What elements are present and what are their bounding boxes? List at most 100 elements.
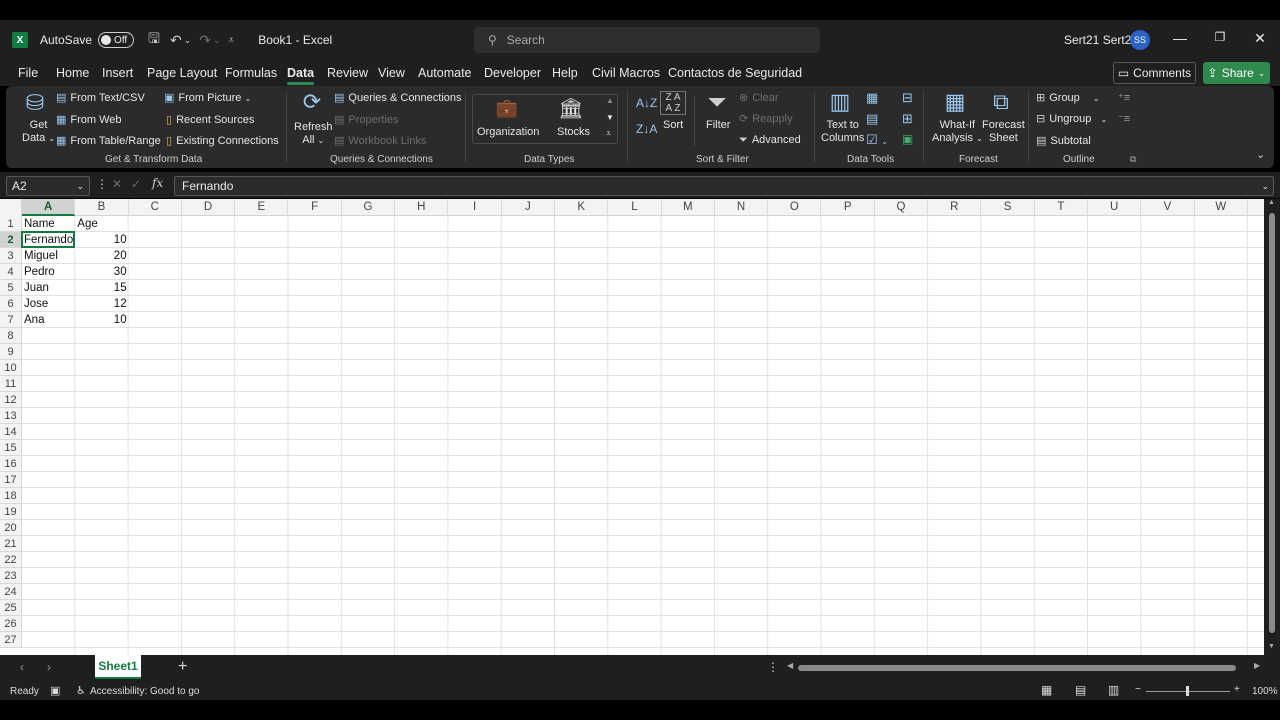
tab-civil-macros[interactable]: Civil Macros xyxy=(592,66,660,80)
row-header-14[interactable]: 14 xyxy=(0,424,22,440)
filter-button[interactable]: Filter xyxy=(706,119,730,131)
column-header-m[interactable]: M xyxy=(662,199,715,216)
zoom-out-icon[interactable]: − xyxy=(1135,684,1141,695)
row-header-19[interactable]: 19 xyxy=(0,504,22,520)
column-header-e[interactable]: E xyxy=(235,199,289,216)
zoom-slider-thumb[interactable] xyxy=(1186,686,1189,696)
row-header-23[interactable]: 23 xyxy=(0,568,22,584)
restore-icon[interactable]: ❐ xyxy=(1210,30,1230,44)
cell-b1[interactable]: Age xyxy=(75,216,128,232)
sort-a-to-z-icon[interactable]: A↓Z xyxy=(636,96,657,110)
undo-dropdown-icon[interactable]: ⌄ xyxy=(184,35,192,46)
row-header-11[interactable]: 11 xyxy=(0,376,22,392)
collapse-ribbon-icon[interactable]: ⌄ xyxy=(1256,148,1265,161)
column-header-r[interactable]: R xyxy=(928,199,982,216)
column-header-a[interactable]: A xyxy=(22,199,76,216)
accessibility-status[interactable]: Accessibility: Good to go xyxy=(90,686,200,697)
consolidate-icon[interactable]: ⊟ xyxy=(902,90,913,106)
row-header-18[interactable]: 18 xyxy=(0,488,22,504)
from-table-range-button[interactable]: ▦ From Table/Range xyxy=(56,134,161,147)
workbook-links-button[interactable]: ▤ Workbook Links xyxy=(334,134,426,147)
what-if-analysis-button[interactable]: What-If Analysis ⌄ xyxy=(932,119,983,145)
vertical-scrollbar[interactable]: ▲ ▼ xyxy=(1264,199,1280,655)
row-header-7[interactable]: 7 xyxy=(0,312,22,328)
from-picture-button[interactable]: ▣ From Picture ⌄ xyxy=(164,91,251,104)
page-layout-view-icon[interactable]: ▤ xyxy=(1075,683,1086,697)
column-header-f[interactable]: F xyxy=(289,199,342,216)
ungroup-button[interactable]: ⊟ Ungroup ⌄ xyxy=(1036,112,1107,125)
properties-button[interactable]: ▤ Properties xyxy=(334,113,399,126)
cell-b7[interactable]: 10 xyxy=(75,312,128,328)
row-header-5[interactable]: 5 xyxy=(0,280,22,296)
name-box[interactable]: A2 ⌄ xyxy=(6,176,90,196)
cell-a4[interactable]: Pedro xyxy=(22,264,75,280)
tab-insert[interactable]: Insert xyxy=(102,66,133,80)
search-box[interactable]: ⚲ Search xyxy=(474,27,820,53)
cell-a1[interactable]: Name xyxy=(22,216,75,232)
gallery-down-icon[interactable]: ▼ xyxy=(606,113,614,122)
formula-input[interactable]: Fernando ⌄ xyxy=(174,176,1274,196)
redo-dropdown-icon[interactable]: ⌄ xyxy=(213,35,221,46)
column-header-k[interactable]: K xyxy=(555,199,609,216)
confirm-entry-icon[interactable]: ✓ xyxy=(131,177,141,191)
add-sheet-icon[interactable]: + xyxy=(178,658,187,676)
prev-sheet-icon[interactable]: ‹ xyxy=(20,660,24,674)
share-button[interactable]: ⇪ Share ⌄ xyxy=(1203,62,1270,84)
cell-b3[interactable]: 20 xyxy=(75,248,128,264)
tab-split-handle-icon[interactable]: ⋮ xyxy=(767,660,779,674)
column-header-u[interactable]: U xyxy=(1088,199,1142,216)
scroll-left-icon[interactable]: ◀ xyxy=(787,661,793,670)
normal-view-icon[interactable]: ▦ xyxy=(1041,683,1052,697)
horizontal-scroll-thumb[interactable] xyxy=(798,665,1236,671)
data-model-icon[interactable]: ▣ xyxy=(902,132,913,146)
sheet-tab-sheet1[interactable]: Sheet1 xyxy=(95,655,141,679)
stocks-button[interactable]: Stocks xyxy=(557,126,590,138)
row-header-8[interactable]: 8 xyxy=(0,328,22,344)
column-header-i[interactable]: I xyxy=(448,199,502,216)
tab-formulas[interactable]: Formulas xyxy=(225,66,277,80)
cell-b4[interactable]: 30 xyxy=(75,264,128,280)
column-header-p[interactable]: P xyxy=(822,199,875,216)
accessibility-icon[interactable]: ♿ xyxy=(76,684,86,697)
group-button[interactable]: ⊞ Group ⌄ xyxy=(1036,91,1100,104)
row-header-13[interactable]: 13 xyxy=(0,408,22,424)
recent-sources-button[interactable]: ▯ Recent Sources xyxy=(166,113,254,126)
forecast-sheet-button[interactable]: Forecast Sheet xyxy=(982,119,1025,145)
row-header-1[interactable]: 1 xyxy=(0,216,22,232)
row-header-10[interactable]: 10 xyxy=(0,360,22,376)
row-header-27[interactable]: 27 xyxy=(0,632,22,648)
column-header-t[interactable]: T xyxy=(1035,199,1088,216)
cell-b2[interactable]: 10 xyxy=(75,232,128,248)
column-header-c[interactable]: C xyxy=(129,199,182,216)
tab-help[interactable]: Help xyxy=(552,66,578,80)
row-header-20[interactable]: 20 xyxy=(0,520,22,536)
cell-a3[interactable]: Miguel xyxy=(22,248,75,264)
row-header-17[interactable]: 17 xyxy=(0,472,22,488)
get-data-button[interactable]: Get Data ⌄ xyxy=(22,119,55,145)
row-header-6[interactable]: 6 xyxy=(0,296,22,312)
user-name[interactable]: Sert21 Sert21 xyxy=(1064,33,1138,47)
cell-a7[interactable]: Ana xyxy=(22,312,75,328)
customize-toolbar-icon[interactable]: ⩡ xyxy=(229,35,235,46)
column-header-g[interactable]: G xyxy=(342,199,396,216)
cancel-entry-icon[interactable]: ✕ xyxy=(112,177,122,191)
tab-automate[interactable]: Automate xyxy=(418,66,472,80)
data-validation-icon[interactable]: ☑ ⌄ xyxy=(866,132,888,148)
cell-b5[interactable]: 15 xyxy=(75,280,128,296)
sort-button[interactable]: Sort xyxy=(663,119,683,131)
insert-function-icon[interactable]: fx xyxy=(152,176,163,190)
relationships-icon[interactable]: ⊞ xyxy=(902,111,913,127)
row-header-4[interactable]: 4 xyxy=(0,264,22,280)
dialog-launcher-icon[interactable]: ⧉ xyxy=(1130,154,1136,165)
column-header-w[interactable]: W xyxy=(1195,199,1248,216)
row-header-25[interactable]: 25 xyxy=(0,600,22,616)
tab-file[interactable]: File xyxy=(18,66,38,80)
macro-record-icon[interactable]: ▣ xyxy=(50,684,60,697)
reapply-button[interactable]: ⟳ Reapply xyxy=(739,112,793,125)
column-header-j[interactable]: J xyxy=(502,199,555,216)
row-header-26[interactable]: 26 xyxy=(0,616,22,632)
column-header-n[interactable]: N xyxy=(715,199,769,216)
tab-developer[interactable]: Developer xyxy=(484,66,541,80)
text-to-columns-button[interactable]: Text to Columns xyxy=(821,119,864,145)
avatar[interactable]: SS xyxy=(1130,30,1150,50)
